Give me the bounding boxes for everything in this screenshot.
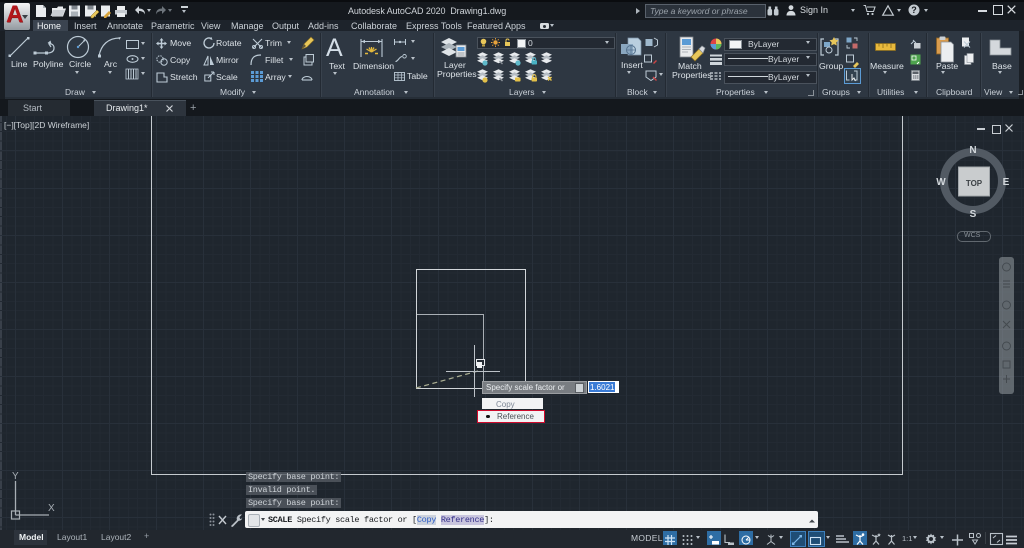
svg-text:?: ?: [911, 5, 917, 15]
svg-text:X: X: [48, 503, 55, 514]
svg-text:TOP: TOP: [966, 179, 983, 188]
svg-text:N: N: [969, 145, 976, 156]
svg-text:E: E: [1003, 177, 1010, 188]
svg-text:S: S: [970, 209, 977, 220]
svg-text:W: W: [936, 177, 946, 188]
svg-text:Y: Y: [12, 471, 19, 482]
